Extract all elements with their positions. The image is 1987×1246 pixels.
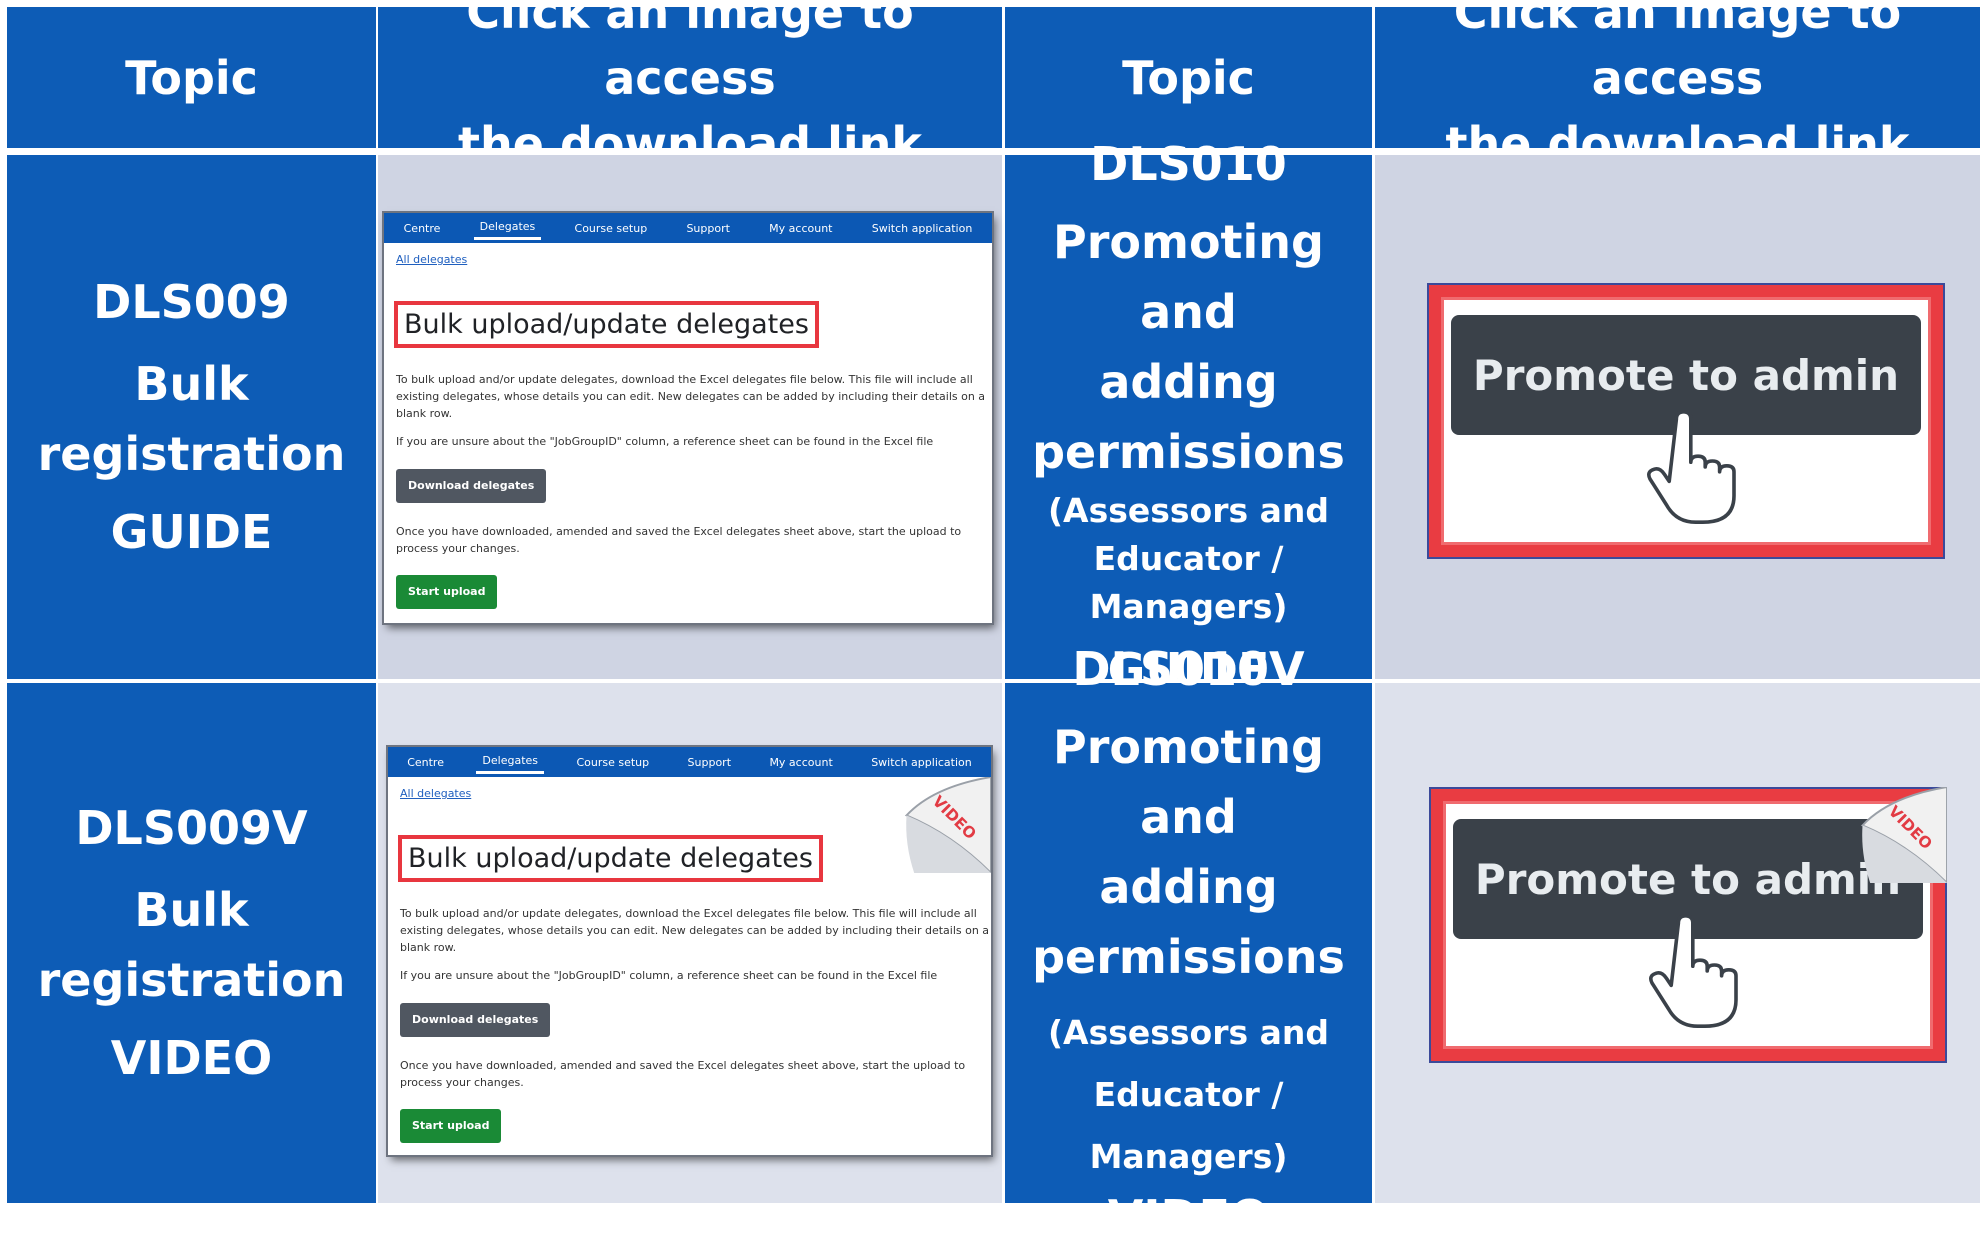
hand-pointer-icon [1649, 914, 1738, 1028]
thumb-start-upload-button: Start upload [396, 575, 498, 609]
topic-type: VIDEO [110, 1031, 273, 1085]
topic-name-line2: registration [37, 953, 346, 1007]
download-links-table: Topic Click an image to access the downl… [0, 0, 1987, 1244]
thumb-nav-item-active: Delegates [473, 216, 542, 240]
thumb-nav-item: Course setup [574, 221, 648, 235]
topic-cell-dls010: DLS010 Promoting and adding permissions … [1005, 137, 1372, 697]
image-cell-dls010v: Promote to admin VIDEO [1375, 683, 1980, 1203]
topic-code: DLS010V [1072, 642, 1305, 696]
header-click-right-line1: Click an image to access [1453, 0, 1902, 105]
thumb-download-delegates-button: Download delegates [396, 469, 547, 503]
topic-subtitle-line1: (Assessors and [1047, 1013, 1330, 1052]
promote-admin-guide-thumbnail[interactable]: Promote to admin [1429, 285, 1943, 557]
topic-type: GUIDE [110, 505, 273, 559]
bulk-upload-guide-thumbnail[interactable]: Centre Delegates Course setup Support My… [384, 213, 992, 623]
thumb-paragraph-3: Once you have downloaded, amended and sa… [400, 1059, 966, 1089]
thumb-page-title: Bulk upload/update delegates [394, 301, 819, 348]
hand-pointer-icon [1647, 410, 1736, 524]
thumb-nav-item: Switch application [871, 755, 972, 769]
thumb-paragraph-2: If you are unsure about the "JobGroupID"… [396, 435, 934, 448]
topic-subtitle-line2: Educator / Managers) [1089, 1075, 1288, 1176]
thumb-nav-item: Course setup [576, 755, 650, 769]
header-topic-right: Topic [1005, 7, 1372, 148]
header-topic-left: Topic [7, 7, 376, 148]
thumb-start-upload-button: Start upload [400, 1109, 502, 1143]
thumb-nav-item: My account [769, 221, 833, 235]
topic-code: DLS010 [1090, 137, 1287, 191]
image-cell-dls009v: Centre Delegates Course setup Support My… [378, 683, 1002, 1203]
topic-code: DLS009V [75, 801, 308, 855]
topic-name-line1: Bulk [134, 883, 249, 937]
topic-type: VIDEO [1107, 1190, 1270, 1244]
thumb-paragraph-2: If you are unsure about the "JobGroupID"… [400, 969, 938, 982]
topic-name-line1: Promoting and [1053, 215, 1324, 339]
thumb-paragraph-1: To bulk upload and/or update delegates, … [400, 907, 990, 954]
topic-subtitle-line1: (Assessors and [1047, 491, 1330, 530]
topic-name-line1: Bulk [134, 357, 249, 411]
topic-name-line2: adding [1099, 860, 1278, 914]
header-topic-right-label: Topic [1122, 50, 1255, 105]
topic-code: DLS009 [93, 275, 290, 329]
topic-cell-dls009v: DLS009V Bulk registration VIDEO [7, 683, 376, 1203]
topic-name-line3: permissions [1032, 425, 1345, 479]
thumb-nav-item: Centre [407, 755, 444, 769]
thumb-nav-item: Support [687, 755, 732, 769]
topic-name-line2: adding [1099, 355, 1278, 409]
topic-name-line1: Promoting and [1053, 720, 1324, 844]
header-topic-left-label: Topic [125, 50, 258, 105]
thumb-paragraph-3: Once you have downloaded, amended and sa… [396, 525, 962, 555]
thumb-nav-bar: Centre Delegates Course setup Support My… [388, 747, 991, 777]
thumb-page-title: Bulk upload/update delegates [398, 835, 823, 882]
thumb-nav-item: Centre [403, 221, 441, 235]
topic-name-line3: permissions [1032, 930, 1345, 984]
thumb-nav-item: Support [686, 221, 730, 235]
thumb-nav-bar: Centre Delegates Course setup Support My… [384, 213, 992, 243]
video-page-curl-icon: VIDEO [904, 777, 991, 873]
thumb-nav-item: Switch application [871, 221, 973, 235]
thumb-paragraph-1: To bulk upload and/or update delegates, … [396, 373, 986, 420]
topic-cell-dls009: DLS009 Bulk registration GUIDE [7, 155, 376, 679]
image-cell-dls010: Promote to admin [1375, 155, 1980, 679]
topic-cell-dls010v: DLS010V Promoting and adding permissions… [1005, 642, 1372, 1244]
bulk-upload-video-thumbnail[interactable]: Centre Delegates Course setup Support My… [388, 747, 991, 1155]
thumb-nav-item-active: Delegates [476, 750, 545, 774]
thumb-breadcrumb: All delegates [400, 787, 472, 800]
header-click-right: Click an image to access the download li… [1375, 0, 1980, 171]
video-page-curl-icon: VIDEO [1860, 787, 1947, 883]
header-click-left: Click an image to access the download li… [378, 0, 1002, 171]
thumb-nav-item: My account [769, 755, 833, 769]
topic-subtitle-line2: Educator / Managers) [1089, 539, 1288, 626]
thumb-download-delegates-button: Download delegates [400, 1003, 551, 1037]
thumb-breadcrumb: All delegates [396, 253, 468, 266]
topic-name-line2: registration [37, 427, 346, 481]
image-cell-dls009: Centre Delegates Course setup Support My… [378, 155, 1002, 679]
header-click-left-line1: Click an image to access [466, 0, 914, 105]
promote-admin-video-thumbnail[interactable]: Promote to admin VIDEO [1431, 787, 1947, 1061]
